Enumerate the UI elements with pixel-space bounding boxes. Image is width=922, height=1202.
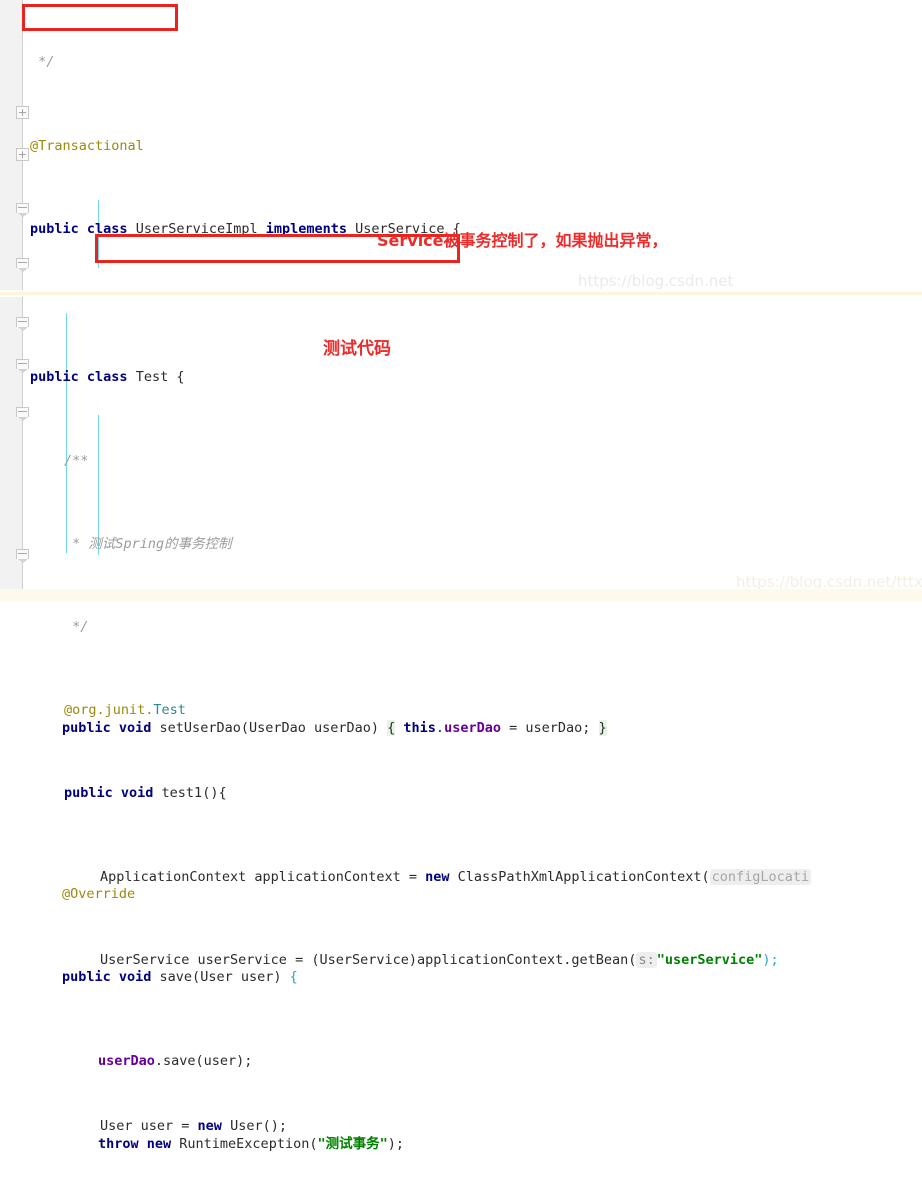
editor-pane-test[interactable]: public class Test { /** * 测试Spring的事务控制 … bbox=[0, 297, 922, 1202]
fold-marker-expand-setuserdao[interactable] bbox=[16, 148, 29, 161]
watermark-top: https://blog.csdn.net bbox=[578, 272, 734, 290]
code-line-new-user: User user = new User(); bbox=[100, 1118, 287, 1135]
bottom-strip bbox=[0, 589, 922, 601]
file-separator bbox=[0, 292, 922, 295]
gutter-service[interactable] bbox=[0, 0, 22, 290]
code-line-test1-decl: public void test1(){ bbox=[64, 785, 227, 802]
fold-marker-expand-getuserdao[interactable] bbox=[16, 106, 29, 119]
code-line-transactional: @Transactional bbox=[30, 137, 144, 154]
fold-marker-collapse-class[interactable] bbox=[16, 258, 29, 272]
fold-marker-collapse-javadoc[interactable] bbox=[16, 317, 29, 331]
code-line-set-name: user.setName("uuuuuu"); bbox=[30, 1199, 811, 1202]
code-line-javadoc-open: /** bbox=[64, 452, 89, 469]
code-line-javadoc-close: */ bbox=[30, 54, 55, 71]
fold-marker-collapse-class-test[interactable] bbox=[16, 549, 29, 563]
gutter-divider-service bbox=[22, 0, 23, 290]
editor-pane-userserviceimpl[interactable]: */ @Transactional public class UserServi… bbox=[0, 0, 922, 1152]
fold-marker-collapse-save[interactable] bbox=[16, 203, 29, 217]
annotation-note-test: 测试代码 bbox=[323, 339, 391, 359]
code-line-junit-test-anno: @org.junit.Test bbox=[64, 702, 186, 719]
fold-marker-collapse-test1[interactable] bbox=[16, 407, 29, 421]
code-line-blank-5 bbox=[30, 1033, 811, 1054]
inlay-hint-param-s: s: bbox=[636, 951, 657, 968]
code-text-test[interactable]: public class Test { /** * 测试Spring的事务控制 … bbox=[30, 305, 812, 1202]
inlay-hint-configlocation: configLocati bbox=[709, 868, 812, 885]
code-line-test-class-decl: public class Test { bbox=[30, 369, 185, 386]
code-line-app-context: ApplicationContext applicationContext = … bbox=[100, 868, 812, 885]
code-line-javadoc-end: */ bbox=[64, 618, 89, 635]
code-line-get-bean: UserService userService = (UserService)a… bbox=[100, 951, 779, 968]
code-line-javadoc-text: * 测试Spring的事务控制 bbox=[64, 535, 232, 552]
fold-marker-collapse-javadoc-end[interactable] bbox=[16, 359, 29, 373]
